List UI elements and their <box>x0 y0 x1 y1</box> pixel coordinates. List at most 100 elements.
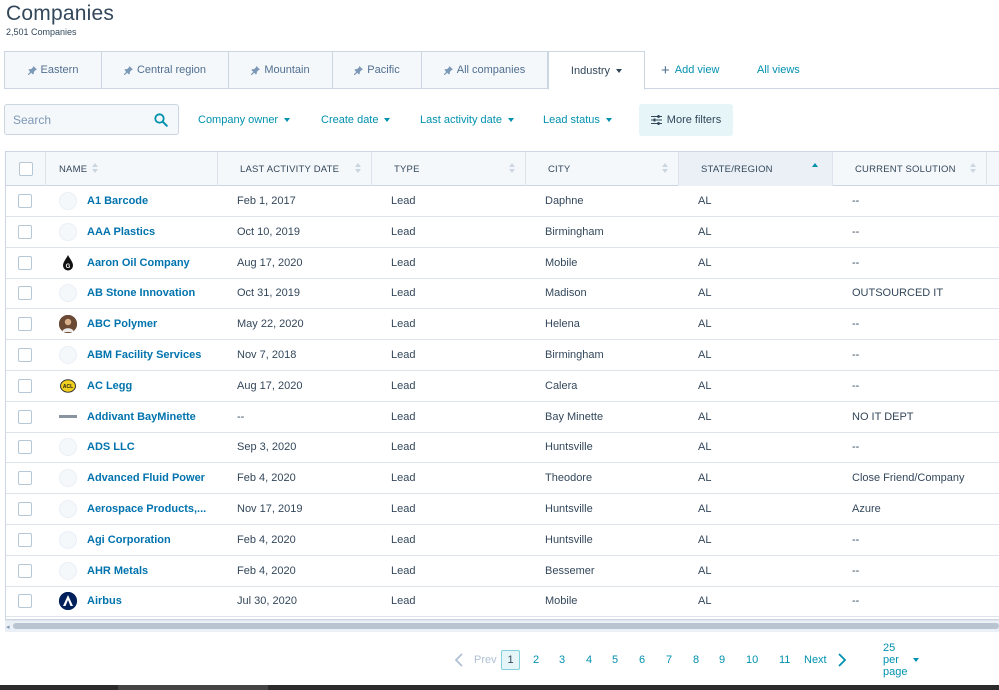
lead-status-filter[interactable]: Lead status <box>543 104 612 135</box>
column-header-type[interactable]: TYPE <box>372 152 526 186</box>
search-input[interactable] <box>13 113 153 127</box>
current-solution-cell: -- <box>852 195 860 207</box>
column-header-state-region[interactable]: STATE/REGION <box>679 152 833 186</box>
page-4-button[interactable]: 4 <box>586 650 592 670</box>
tab-pacific[interactable]: Pacific <box>332 51 421 89</box>
column-label: TYPE <box>394 163 420 175</box>
last-activity-date-cell: Aug 17, 2020 <box>237 256 303 269</box>
company-name-link[interactable]: AC Legg <box>87 371 215 401</box>
row-checkbox[interactable] <box>18 471 32 486</box>
row-checkbox[interactable] <box>18 194 32 208</box>
row-checkbox[interactable] <box>18 255 32 270</box>
column-header-current-solution[interactable]: CURRENT SOLUTION <box>833 152 987 186</box>
company-name-link[interactable]: Advanced Fluid Power <box>87 463 215 493</box>
last-activity-date-filter[interactable]: Last activity date <box>420 104 514 135</box>
select-all-cell <box>6 152 46 186</box>
plus-icon: + <box>661 61 670 79</box>
search-box <box>4 104 179 135</box>
next-page-button[interactable]: Next <box>804 650 847 670</box>
row-checkbox[interactable] <box>18 563 32 578</box>
row-checkbox[interactable] <box>18 440 32 455</box>
column-label: CURRENT SOLUTION <box>855 163 956 175</box>
sort-icon[interactable] <box>355 163 361 175</box>
tab-eastern[interactable]: Eastern <box>4 51 101 89</box>
company-logo <box>59 469 77 488</box>
create-date-filter[interactable]: Create date <box>321 104 391 135</box>
companies-table: NAME LAST ACTIVITY DATE TYPE CITY STATE/… <box>5 151 999 620</box>
row-checkbox[interactable] <box>18 348 32 362</box>
company-name-link[interactable]: Aerospace Products,... <box>87 494 215 524</box>
company-name-link[interactable]: Aaron Oil Company <box>87 248 215 278</box>
type-cell: Lead <box>391 564 416 577</box>
sort-icon[interactable] <box>92 163 98 175</box>
state-cell: AL <box>698 595 712 608</box>
current-solution-cell: -- <box>852 318 860 331</box>
company-name-link[interactable]: ABC Polymer <box>87 309 215 339</box>
row-checkbox[interactable] <box>18 317 32 332</box>
column-label: CITY <box>548 163 571 175</box>
city-cell: Huntsville <box>545 503 593 515</box>
per-page-select[interactable]: 25 per page <box>883 642 920 678</box>
row-checkbox[interactable] <box>18 409 32 424</box>
page-6-button[interactable]: 6 <box>639 650 645 670</box>
select-all-checkbox[interactable] <box>18 162 33 176</box>
prev-page-button[interactable]: Prev <box>454 650 497 670</box>
company-name-link[interactable]: A1 Barcode <box>87 186 215 216</box>
page-3-button[interactable]: 3 <box>559 650 565 670</box>
column-label: NAME <box>59 163 88 175</box>
company-logo <box>59 222 77 241</box>
row-checkbox[interactable] <box>18 286 32 301</box>
page-11-button[interactable]: 11 <box>779 650 790 670</box>
company-name-link[interactable]: ABM Facility Services <box>87 340 215 370</box>
sort-ascending-icon[interactable] <box>812 163 818 175</box>
add-view-button[interactable]: + Add view <box>661 51 719 89</box>
page-9-button[interactable]: 9 <box>719 650 725 670</box>
company-name-link[interactable]: Airbus <box>87 586 215 616</box>
tab-central-region[interactable]: Central region <box>101 51 228 89</box>
row-checkbox[interactable] <box>18 378 32 393</box>
all-views-link[interactable]: All views <box>757 51 800 89</box>
per-page-label: 25 per page <box>883 642 908 678</box>
more-filters-button[interactable]: More filters <box>639 104 733 136</box>
page-8-button[interactable]: 8 <box>693 650 699 670</box>
chevron-down-icon <box>605 117 612 122</box>
chevron-down-icon <box>616 68 623 73</box>
company-name-link[interactable]: Agi Corporation <box>87 525 215 555</box>
last-activity-date-cell: Aug 17, 2020 <box>237 379 303 392</box>
page-5-button[interactable]: 5 <box>612 650 618 670</box>
company-name-link[interactable]: AHR Metals <box>87 556 215 586</box>
company-owner-filter[interactable]: Company owner <box>198 104 291 135</box>
scroll-left-icon[interactable]: ◂ <box>6 623 10 631</box>
city-cell: Huntsville <box>545 441 593 454</box>
pin-icon <box>123 65 133 75</box>
row-checkbox[interactable] <box>18 594 32 609</box>
sort-icon[interactable] <box>509 163 515 175</box>
state-cell: AL <box>698 349 712 361</box>
table-row: A1 Barcode Feb 1, 2017 Lead Daphne AL -- <box>6 186 999 217</box>
horizontal-scrollbar[interactable]: ◂ <box>5 620 999 632</box>
row-checkbox[interactable] <box>18 502 32 516</box>
company-name-link[interactable]: AAA Plastics <box>87 217 215 247</box>
company-name-link[interactable]: ADS LLC <box>87 432 215 462</box>
company-name-link[interactable]: AB Stone Innovation <box>87 278 215 308</box>
sort-icon[interactable] <box>970 163 976 175</box>
type-cell: Lead <box>391 256 416 269</box>
page-7-button[interactable]: 7 <box>666 650 672 670</box>
row-checkbox[interactable] <box>18 224 32 239</box>
page-2-button[interactable]: 2 <box>533 650 539 670</box>
row-checkbox[interactable] <box>18 532 32 547</box>
pin-icon <box>251 65 261 75</box>
tab-all-companies[interactable]: All companies <box>421 51 548 89</box>
company-logo <box>59 592 77 611</box>
sort-icon[interactable] <box>662 163 668 175</box>
page-1-button[interactable]: 1 <box>501 650 520 670</box>
column-header-name[interactable]: NAME <box>46 152 218 186</box>
scrollbar-thumb[interactable] <box>13 623 999 629</box>
column-header-city[interactable]: CITY <box>526 152 679 186</box>
search-icon[interactable] <box>154 113 168 132</box>
page-10-button[interactable]: 10 <box>746 650 758 670</box>
tab-industry[interactable]: Industry <box>548 51 645 90</box>
column-header-last-activity-date[interactable]: LAST ACTIVITY DATE <box>218 152 372 186</box>
tab-mountain[interactable]: Mountain <box>228 51 332 89</box>
company-name-link[interactable]: Addivant BayMinette <box>87 402 215 432</box>
